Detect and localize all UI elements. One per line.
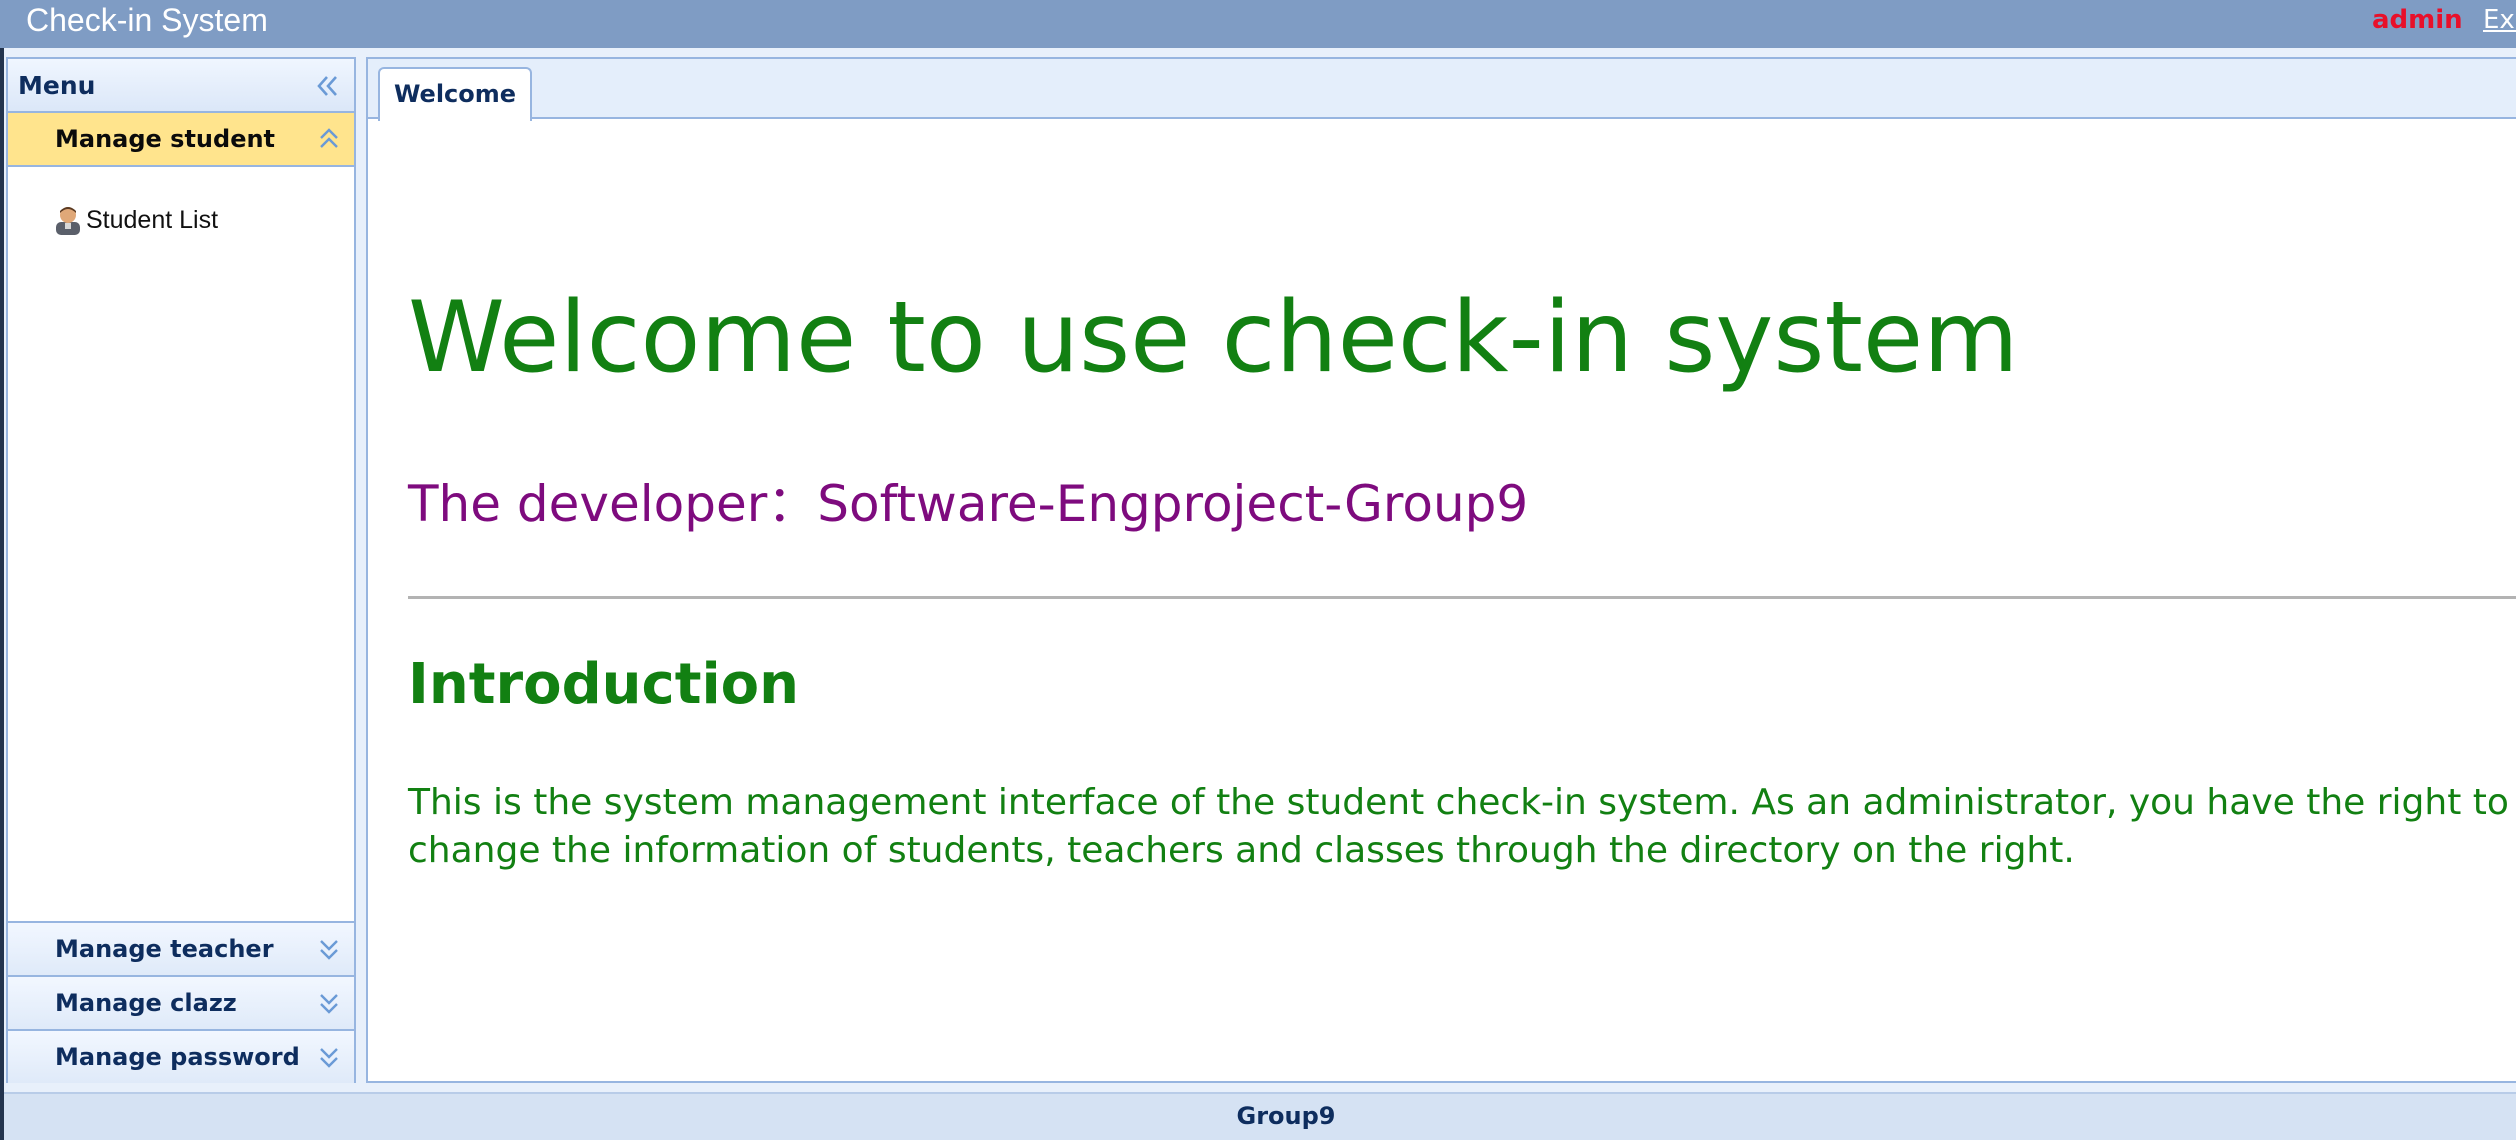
chevron-double-up-icon[interactable] — [316, 125, 342, 153]
sidebar-menu: Menu Manage student Student List Manage … — [6, 57, 356, 1083]
current-user[interactable]: admin — [2372, 2, 2463, 38]
chevron-double-down-icon[interactable] — [316, 1043, 342, 1071]
chevron-double-down-icon[interactable] — [316, 989, 342, 1017]
app-title: Check-in System — [26, 2, 268, 38]
horizontal-divider — [408, 596, 2516, 599]
accordion-manage-clazz[interactable]: Manage clazz — [8, 975, 354, 1029]
sidebar-title: Menu — [18, 71, 96, 100]
main-panel: Welcome Welcome to use check-in system T… — [366, 57, 2516, 1083]
tab-strip: Welcome — [368, 59, 2516, 121]
accordion-label: Manage password — [55, 1043, 300, 1071]
accordion-manage-teacher[interactable]: Manage teacher — [8, 921, 354, 975]
collapse-sidebar-icon[interactable] — [312, 71, 342, 101]
accordion-manage-student[interactable]: Manage student — [8, 113, 354, 167]
accordion-label: Manage student — [55, 125, 276, 153]
student-icon — [56, 207, 80, 235]
tab-welcome[interactable]: Welcome — [378, 67, 532, 121]
introduction-text: This is the system management interface … — [408, 782, 2509, 871]
menu-item-label: Student List — [86, 206, 219, 234]
exit-link[interactable]: Exit — [2483, 2, 2516, 38]
chevron-double-down-icon[interactable] — [316, 935, 342, 963]
introduction-heading: Introduction — [408, 652, 800, 717]
top-header: Check-in System admin Exit — [0, 0, 2516, 48]
accordion-manage-password[interactable]: Manage password — [8, 1029, 354, 1083]
accordion-label: Manage clazz — [55, 989, 237, 1017]
developer-credit: The developer：Software-Engproject-Group9 — [408, 475, 1529, 533]
footer: Group9 — [4, 1092, 2516, 1140]
footer-text: Group9 — [1236, 1102, 1336, 1130]
welcome-heading: Welcome to use check-in system — [408, 281, 2019, 395]
sidebar-header: Menu — [8, 59, 354, 113]
accordion-label: Manage teacher — [55, 935, 274, 963]
